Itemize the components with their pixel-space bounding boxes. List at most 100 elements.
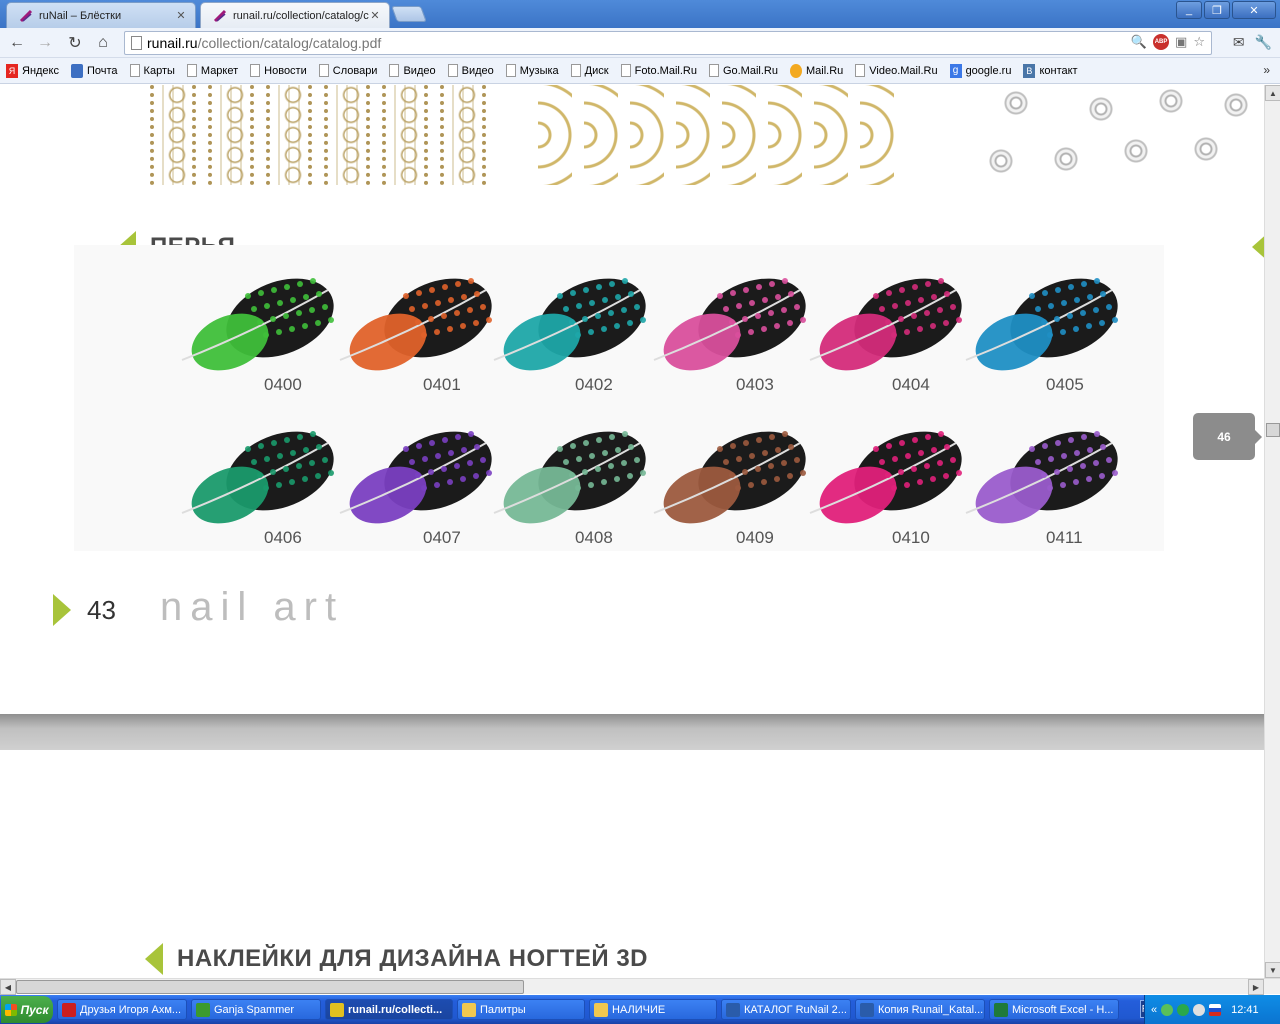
bookmark-novosti[interactable]: Новости	[250, 64, 307, 77]
tab-runail-blestki[interactable]: ruNail – Блёстки ✕	[6, 2, 196, 28]
feather-icon	[181, 278, 334, 371]
page-indicator-badge: 46	[1193, 413, 1262, 460]
pdf-viewer-icon[interactable]: ▣	[1175, 34, 1187, 50]
bookmark-video-2[interactable]: Видео	[447, 64, 494, 77]
taskbar-item-label: Microsoft Excel - Н...	[1012, 1003, 1114, 1016]
close-window-button[interactable]: ✕	[1232, 1, 1276, 19]
horizontal-scroll-thumb[interactable]	[16, 980, 524, 994]
bookmark-google[interactable]: g google.ru	[949, 63, 1011, 78]
windows-taskbar: Пуск Друзья Игоря Ахм... Ganja Spammer run…	[0, 995, 1280, 1024]
feather-code: 0407	[423, 528, 461, 547]
bookmark-foto-mail[interactable]: Foto.Mail.Ru	[620, 64, 697, 77]
maximize-button[interactable]: ❐	[1204, 1, 1230, 19]
scroll-right-icon[interactable]: ▶	[1248, 979, 1264, 995]
adblock-icon[interactable]: ABP	[1153, 34, 1170, 50]
tab-title: ruNail – Блёстки	[39, 9, 122, 22]
scroll-left-icon[interactable]: ◀	[0, 979, 16, 995]
pdf-viewport[interactable]: ПЕРЬЯ 0400040104020403040404050406040704…	[0, 85, 1264, 978]
bookmark-market[interactable]: Маркет	[186, 64, 238, 77]
scroll-up-icon[interactable]: ▲	[1265, 85, 1280, 101]
feather-0407	[336, 423, 496, 538]
page-icon	[505, 64, 516, 77]
feather-0404	[806, 270, 966, 385]
back-button[interactable]: ←	[6, 33, 28, 53]
taskbar-item-label: КАТАЛОГ RuNail 2...	[744, 1003, 847, 1016]
taskbar-item[interactable]: runail.ru/collecti...	[325, 999, 453, 1020]
tray-app-icon[interactable]	[1193, 1003, 1206, 1016]
feather-code: 0409	[736, 528, 774, 547]
feather-code: 0403	[736, 375, 774, 394]
page-icon	[129, 64, 140, 77]
taskbar-item[interactable]: Microsoft Excel - Н...	[989, 999, 1119, 1020]
feather-icon	[965, 431, 1118, 524]
page-icon	[131, 36, 142, 50]
taskbar-item[interactable]: НАЛИЧИЕ	[589, 999, 717, 1020]
taskbar-item[interactable]: КАТАЛОГ RuNail 2...	[721, 999, 851, 1020]
taskbar-app-icon	[860, 1002, 874, 1017]
bookmark-karty[interactable]: Карты	[129, 64, 175, 77]
flag-icon[interactable]	[1209, 1003, 1222, 1016]
yandex-icon: Я	[6, 63, 18, 78]
minimize-button[interactable]: _	[1176, 1, 1202, 19]
reload-button[interactable]: ↻	[64, 33, 86, 53]
feather-icon	[493, 431, 646, 524]
bookmark-kontakt[interactable]: Bконтакт	[1023, 63, 1078, 78]
vertical-scrollbar[interactable]: ▲ ▼	[1264, 85, 1280, 978]
runail-favicon-icon	[19, 9, 33, 22]
taskbar-app-icon	[196, 1002, 210, 1017]
feather-0400	[178, 270, 338, 385]
bookmark-muzyka[interactable]: Музыка	[505, 64, 559, 77]
bookmarks-overflow-button[interactable]: »	[1263, 63, 1270, 77]
wrench-menu-icon[interactable]: 🔧	[1255, 34, 1272, 51]
feather-code: 0402	[575, 375, 613, 394]
taskbar-item[interactable]: Палитры	[457, 999, 585, 1020]
section-arrow-icon	[145, 943, 163, 975]
bookmark-video-1[interactable]: Видео	[389, 64, 436, 77]
vertical-scroll-thumb[interactable]	[1266, 423, 1280, 437]
tray-expand-icon[interactable]: «	[1151, 1004, 1157, 1016]
page-icon	[708, 64, 719, 77]
page-icon	[447, 64, 458, 77]
zoom-icon[interactable]: 🔍	[1131, 34, 1147, 50]
feather-code: 0404	[892, 375, 930, 394]
page-number: 43	[87, 595, 116, 625]
address-bar[interactable]: runail.ru/collection/catalog/catalog.pdf…	[124, 31, 1212, 55]
horizontal-scrollbar[interactable]: ◀ ▶	[0, 978, 1280, 995]
feather-0410	[806, 423, 966, 538]
tray-app-icon[interactable]	[1177, 1003, 1190, 1016]
tray-app-icon[interactable]	[1161, 1003, 1174, 1016]
clock: 12:41	[1231, 1003, 1259, 1016]
bookmark-mail-ru[interactable]: Mail.Ru	[789, 63, 843, 78]
taskbar-items: Друзья Игоря Ахм... Ganja Spammer runail.r…	[53, 999, 1119, 1020]
bookmark-star-icon[interactable]: ☆	[1193, 34, 1205, 50]
forward-button[interactable]: →	[34, 33, 56, 53]
bookmark-pochta[interactable]: Почта	[71, 63, 118, 78]
taskbar-app-icon	[726, 1002, 740, 1017]
taskbar-item[interactable]: Ganja Spammer	[191, 999, 321, 1020]
taskbar-item[interactable]: Друзья Игоря Ахм...	[57, 999, 187, 1020]
home-icon[interactable]: ⌂	[92, 33, 114, 53]
taskbar-item-label: Ganja Spammer	[214, 1003, 295, 1016]
bookmark-disk[interactable]: Диск	[570, 64, 609, 77]
page-arrow-icon	[53, 594, 71, 626]
feather-icon	[809, 278, 962, 371]
tab-close-icon[interactable]: ✕	[369, 9, 381, 22]
lace-stickers-image	[150, 85, 906, 190]
taskbar-item[interactable]: Копия Runail_Katal...	[855, 999, 985, 1020]
taskbar-item-label: Палитры	[480, 1003, 526, 1016]
tab-catalog-pdf[interactable]: runail.ru/collection/catalog/c ✕	[200, 2, 390, 28]
new-tab-button[interactable]	[391, 6, 427, 22]
pdf-page-44: НАКЛЕЙКИ ДЛЯ ДИЗАЙНА НОГТЕЙ 3D	[0, 750, 1264, 978]
scroll-down-icon[interactable]: ▼	[1265, 962, 1280, 978]
bookmark-yandex[interactable]: Я Яндекс	[6, 63, 59, 78]
bookmark-video-mail[interactable]: Video.Mail.Ru	[855, 64, 938, 77]
feather-code: 0400	[264, 375, 302, 394]
bookmarks-bar: Я Яндекс Почта Карты Маркет Новости Слова…	[0, 58, 1280, 84]
page-icon	[186, 64, 197, 77]
bookmark-slovari[interactable]: Словари	[318, 64, 377, 77]
bookmark-go-mail[interactable]: Go.Mail.Ru	[708, 64, 778, 77]
start-button[interactable]: Пуск	[1, 996, 53, 1023]
tab-close-icon[interactable]: ✕	[175, 9, 187, 22]
feather-icon	[965, 278, 1118, 371]
mail-extension-icon[interactable]: ✉	[1233, 34, 1245, 51]
